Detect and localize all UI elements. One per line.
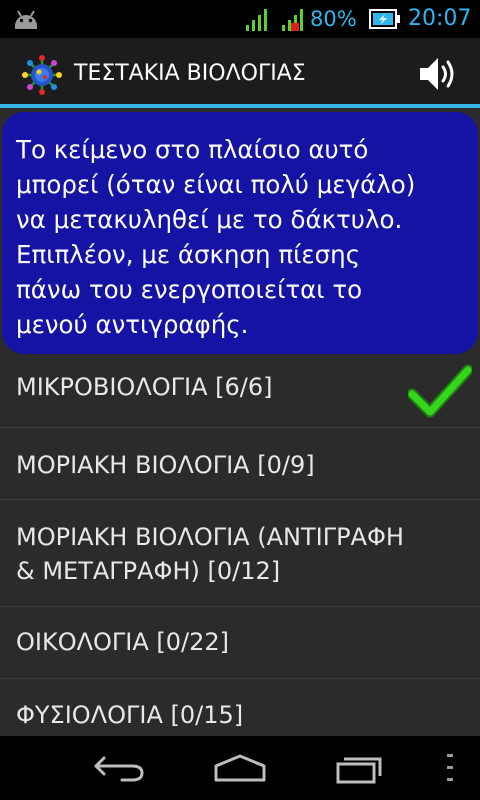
- menu-icon[interactable]: [444, 750, 456, 786]
- home-icon[interactable]: [212, 754, 268, 782]
- topic-item-molecular-biology-replication[interactable]: ΜΟΡΙΑΚΗ ΒΙΟΛΟΓΙΑ (ΑΝΤΙΓΡΑΦΗ & ΜΕΤΑΓΡΑΦΗ)…: [0, 520, 480, 588]
- info-text-line: μπορεί (όταν είναι πολύ μεγάλο): [16, 170, 416, 199]
- topic-label: ΜΟΡΙΑΚΗ ΒΙΟΛΟΓΙΑ (ΑΝΤΙΓΡΑΦΗ: [16, 523, 404, 551]
- app-title: ΤΕΣΤΑΚΙΑ ΒΙΟΛΟΓΙΑΣ: [74, 61, 306, 86]
- back-icon[interactable]: [92, 752, 148, 782]
- android-notification-icon: [15, 10, 37, 29]
- recent-apps-icon[interactable]: [334, 752, 386, 784]
- info-text-line: πάνω του ενεργοποιείται το: [16, 275, 363, 304]
- virus-icon[interactable]: [22, 55, 62, 95]
- list-divider: [0, 427, 480, 428]
- info-text-line: Το κείμενο στο πλαίσιο αυτό: [16, 135, 369, 164]
- topic-label: ΟΙΚΟΛΟΓΙΑ [0/22]: [16, 628, 230, 656]
- list-divider: [0, 499, 480, 500]
- list-divider: [0, 678, 480, 679]
- topic-list-screen[interactable]: Το κείμενο στο πλαίσιο αυτό μπορεί (όταν…: [0, 108, 480, 736]
- navigation-bar: [0, 736, 480, 800]
- topic-label: & ΜΕΤΑΓΡΑΦΗ) [0/12]: [16, 557, 281, 585]
- signal-no-data-icon: [282, 9, 303, 31]
- status-clock: 20:07: [408, 6, 472, 31]
- topic-label: ΦΥΣΙΟΛΟΓΙΑ [0/15]: [16, 701, 244, 729]
- topic-item-physiology[interactable]: ΦΥΣΙΟΛΟΓΙΑ [0/15]: [0, 698, 480, 732]
- topic-label: ΜΟΡΙΑΚΗ ΒΙΟΛΟΓΙΑ [0/9]: [16, 451, 315, 479]
- info-text-line: Επιπλέον, με άσκηση πίεσης: [16, 240, 361, 269]
- status-bar: 80% 20:07: [0, 0, 480, 38]
- list-divider: [0, 606, 480, 607]
- signal-icon: [246, 9, 267, 31]
- info-text-line: να μετακυληθεί με το δάκτυλο.: [16, 205, 403, 234]
- checkmark-icon: [408, 364, 472, 418]
- topic-item-ecology[interactable]: ΟΙΚΟΛΟΓΙΑ [0/22]: [0, 625, 480, 659]
- battery-charging-icon: [369, 9, 400, 29]
- info-box[interactable]: Το κείμενο στο πλαίσιο αυτό μπορεί (όταν…: [2, 112, 478, 354]
- battery-percent: 80%: [310, 7, 357, 31]
- speaker-icon[interactable]: [412, 52, 462, 96]
- info-text-line: μενού αντιγραφής.: [16, 310, 249, 339]
- topic-item-molecular-biology[interactable]: ΜΟΡΙΑΚΗ ΒΙΟΛΟΓΙΑ [0/9]: [0, 448, 480, 482]
- topic-item-microbiology[interactable]: ΜΙΚΡΟΒΙΟΛΟΓΙΑ [6/6]: [0, 364, 480, 418]
